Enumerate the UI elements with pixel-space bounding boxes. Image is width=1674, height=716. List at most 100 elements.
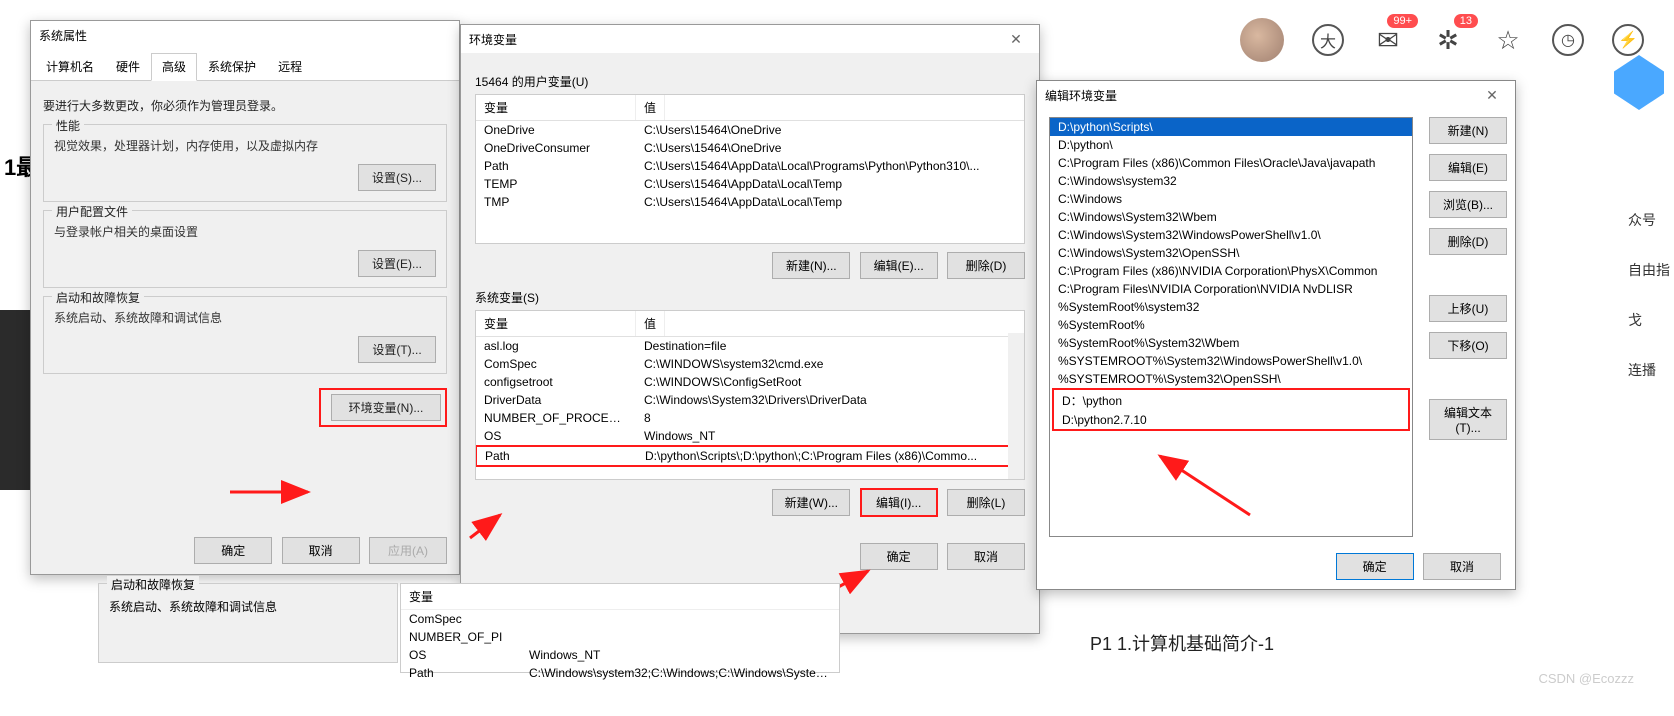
user-edit-button[interactable]: 编辑(E)...	[860, 252, 938, 279]
d2-close-icon[interactable]: ✕	[1001, 31, 1031, 48]
sys-new-button[interactable]: 新建(W)...	[772, 489, 850, 516]
d3-del-button[interactable]: 删除(D)	[1429, 228, 1507, 255]
sys-del-button[interactable]: 删除(L)	[947, 489, 1025, 516]
path-list[interactable]: D:\python\Scripts\D:\python\C:\Program F…	[1049, 117, 1413, 537]
table-row[interactable]: PathD:\python\Scripts\;D:\python\;C:\Pro…	[475, 445, 1025, 467]
d3-new-button[interactable]: 新建(N)	[1429, 117, 1507, 144]
d3-down-button[interactable]: 下移(O)	[1429, 332, 1507, 359]
table-row[interactable]: asl.logDestination=file	[476, 337, 1024, 355]
bg-dark-strip	[0, 310, 30, 490]
list-item[interactable]: D:\python2.7.10	[1054, 411, 1408, 429]
bluebird-icon[interactable]	[1614, 55, 1664, 110]
d2u-header: 变量	[401, 584, 839, 610]
table-row[interactable]: NUMBER_OF_PROCESSORS8	[476, 409, 1024, 427]
user-vars-table[interactable]: 变量值 OneDriveC:\Users\15464\OneDriveOneDr…	[475, 94, 1025, 244]
list-item[interactable]: %SYSTEMROOT%\System32\OpenSSH\	[1050, 370, 1412, 388]
list-item[interactable]: C:\Windows\system32	[1050, 172, 1412, 190]
d2-title: 环境变量	[469, 31, 517, 48]
settings-s-button[interactable]: 设置(S)...	[358, 164, 436, 191]
d2-cancel-button[interactable]: 取消	[947, 543, 1025, 570]
group-startup-title: 启动和故障恢复	[52, 289, 144, 306]
d1-title: 系统属性	[39, 27, 87, 44]
sys-scrollbar[interactable]	[1008, 333, 1024, 479]
list-item[interactable]: C:\Windows\System32\WindowsPowerShell\v1…	[1050, 226, 1412, 244]
table-row[interactable]: PathC:\Users\15464\AppData\Local\Program…	[476, 157, 1024, 175]
list-item[interactable]: D:\python\Scripts\	[1050, 118, 1412, 136]
list-item[interactable]: C:\Program Files (x86)\Common Files\Orac…	[1050, 154, 1412, 172]
table-row[interactable]: OSWindows_NT	[476, 427, 1024, 445]
list-item[interactable]: %SystemRoot%\system32	[1050, 298, 1412, 316]
user-del-button[interactable]: 删除(D)	[947, 252, 1025, 279]
table-row[interactable]: ComSpecC:\WINDOWS\system32\cmd.exe	[476, 355, 1024, 373]
mail-icon[interactable]: ✉99+	[1372, 24, 1404, 56]
list-item[interactable]: %SystemRoot%\System32\Wbem	[1050, 334, 1412, 352]
fan-icon[interactable]: ✲13	[1432, 24, 1464, 56]
table-row[interactable]: OneDriveC:\Users\15464\OneDrive	[476, 121, 1024, 139]
tab-computer-name[interactable]: 计算机名	[35, 53, 105, 80]
d1-tabs: 计算机名 硬件 高级 系统保护 远程	[31, 49, 459, 81]
table-row: NUMBER_OF_PI	[401, 628, 839, 646]
mail-badge: 99+	[1387, 14, 1418, 28]
tab-advanced[interactable]: 高级	[151, 53, 197, 81]
table-row[interactable]: DriverDataC:\Windows\System32\Drivers\Dr…	[476, 391, 1024, 409]
user-new-button[interactable]: 新建(N)...	[772, 252, 850, 279]
list-item[interactable]: %SystemRoot%	[1050, 316, 1412, 334]
edit-env-var-dialog: 编辑环境变量 ✕ D:\python\Scripts\D:\python\C:\…	[1036, 80, 1516, 590]
star-icon[interactable]: ☆	[1492, 24, 1524, 56]
list-item[interactable]: D：\python	[1054, 390, 1408, 411]
d3-edit-button[interactable]: 编辑(E)	[1429, 154, 1507, 181]
list-item[interactable]: C:\Windows\System32\Wbem	[1050, 208, 1412, 226]
top-toolbar: 大 ✉99+ ✲13 ☆ ◷ ⚡	[1240, 18, 1644, 62]
env-vars-button[interactable]: 环境变量(N)...	[331, 394, 441, 421]
d2-titlebar: 环境变量 ✕	[461, 25, 1039, 53]
table-row[interactable]: TEMPC:\Users\15464\AppData\Local\Temp	[476, 175, 1024, 193]
settings-e-button[interactable]: 设置(E)...	[358, 250, 436, 277]
d1-cancel-button[interactable]: 取消	[282, 537, 360, 564]
env-btn-highlight: 环境变量(N)...	[319, 388, 447, 427]
d1-ok-button[interactable]: 确定	[194, 537, 272, 564]
big-icon[interactable]: 大	[1312, 24, 1344, 56]
table-row[interactable]: OneDriveConsumerC:\Users\15464\OneDrive	[476, 139, 1024, 157]
table-row[interactable]: configsetrootC:\WINDOWS\ConfigSetRoot	[476, 373, 1024, 391]
d1-apply-button[interactable]: 应用(A)	[369, 537, 447, 564]
sys-edit-button[interactable]: 编辑(I)...	[860, 488, 938, 517]
d3-titlebar: 编辑环境变量 ✕	[1037, 81, 1515, 109]
watermark: CSDN @Ecozzz	[1538, 671, 1634, 686]
group-startup-desc: 系统启动、系统故障和调试信息	[54, 309, 436, 326]
clock-icon[interactable]: ◷	[1552, 24, 1584, 56]
d3-up-button[interactable]: 上移(U)	[1429, 295, 1507, 322]
bolt-icon[interactable]: ⚡	[1612, 24, 1644, 56]
tab-hardware[interactable]: 硬件	[105, 53, 151, 80]
under-dialog-2: 变量 ComSpecNUMBER_OF_PIOSWindows_NTPathC:…	[400, 583, 840, 673]
table-row: ComSpec	[401, 610, 839, 628]
d2-ok-button[interactable]: 确定	[860, 543, 938, 570]
list-item[interactable]: %SYSTEMROOT%\System32\WindowsPowerShell\…	[1050, 352, 1412, 370]
d1-footer: 确定 取消 应用(A)	[188, 537, 447, 564]
list-item[interactable]: C:\Windows\System32\OpenSSH\	[1050, 244, 1412, 262]
d1-topnote: 要进行大多数更改，你必须作为管理员登录。	[43, 97, 447, 114]
sys-vars-table[interactable]: 变量值 asl.logDestination=fileComSpecC:\WIN…	[475, 310, 1025, 480]
d3-cancel-button[interactable]: 取消	[1423, 553, 1501, 580]
env-vars-dialog: 环境变量 ✕ 15464 的用户变量(U) 变量值 OneDriveC:\Use…	[460, 24, 1040, 634]
fan-badge: 13	[1454, 14, 1478, 28]
list-item[interactable]: C:\Program Files\NVIDIA Corporation\NVID…	[1050, 280, 1412, 298]
group-performance-title: 性能	[52, 117, 84, 134]
avatar[interactable]	[1240, 18, 1284, 62]
table-row[interactable]: TMPC:\Users\15464\AppData\Local\Temp	[476, 193, 1024, 211]
d3-ok-button[interactable]: 确定	[1336, 553, 1414, 580]
list-item[interactable]: C:\Windows	[1050, 190, 1412, 208]
list-item[interactable]: D:\python\	[1050, 136, 1412, 154]
d1u-desc: 系统启动、系统故障和调试信息	[109, 598, 387, 615]
group-startup: 启动和故障恢复 系统启动、系统故障和调试信息 设置(T)...	[43, 296, 447, 374]
tab-system-protection[interactable]: 系统保护	[197, 53, 267, 80]
settings-t-button[interactable]: 设置(T)...	[358, 336, 436, 363]
d3-browse-button[interactable]: 浏览(B)...	[1429, 191, 1507, 218]
d3-close-icon[interactable]: ✕	[1477, 87, 1507, 104]
d3-text-button[interactable]: 编辑文本(T)...	[1429, 399, 1507, 440]
tab-remote[interactable]: 远程	[267, 53, 313, 80]
list-item[interactable]: C:\Program Files (x86)\NVIDIA Corporatio…	[1050, 262, 1412, 280]
col-var: 变量	[476, 95, 636, 120]
group-userprofile-title: 用户配置文件	[52, 203, 132, 220]
bg-right-text: 众号自由指戈连播	[1624, 180, 1674, 410]
d1u-title: 启动和故障恢复	[107, 576, 199, 593]
